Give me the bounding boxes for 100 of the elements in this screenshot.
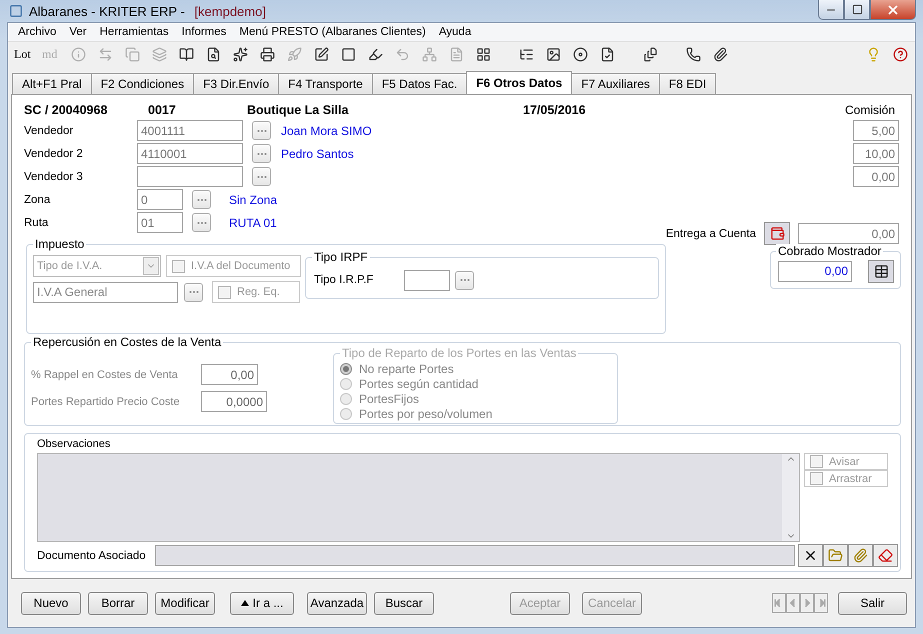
marker-icon[interactable] xyxy=(367,46,384,63)
toolbar-button[interactable]: Lot xyxy=(14,47,32,62)
triangle-up-icon xyxy=(240,600,249,606)
close-icon[interactable] xyxy=(798,544,823,567)
tab[interactable]: Alt+F1 Pral xyxy=(12,73,92,94)
tab[interactable]: F7 Auxiliares xyxy=(571,73,660,94)
tab[interactable]: F5 Datos Fac. xyxy=(372,73,468,94)
field-label: Vendedor 2 xyxy=(24,148,84,160)
action-button[interactable]: Ir a ... xyxy=(230,592,294,614)
browse-button[interactable] xyxy=(192,190,211,209)
ellipsis-icon xyxy=(256,152,266,156)
image-icon[interactable] xyxy=(545,46,562,63)
document-date: 17/05/2016 xyxy=(523,103,587,117)
eraser-icon[interactable] xyxy=(873,544,898,567)
zone-name[interactable]: RUTA 01 xyxy=(229,216,277,230)
sparkle-icon[interactable] xyxy=(232,46,249,63)
app-icon xyxy=(9,4,23,18)
tab[interactable]: F2 Condiciones xyxy=(90,73,194,94)
edit-icon[interactable] xyxy=(313,46,330,63)
disc-icon[interactable] xyxy=(572,46,589,63)
field-label: Tipo I.R.P.F xyxy=(314,274,374,286)
menu-item[interactable]: Herramientas xyxy=(100,26,169,38)
zone-name[interactable]: Sin Zona xyxy=(229,192,278,206)
commission-field[interactable]: 10,00 xyxy=(853,143,899,164)
ellipsis-icon xyxy=(188,290,198,294)
action-button[interactable]: Borrar xyxy=(88,592,148,614)
table-icon[interactable] xyxy=(868,260,894,282)
group-legend: Repercusión en Costes de la Venta xyxy=(31,335,224,349)
action-button[interactable]: Buscar xyxy=(374,592,434,614)
phone-icon[interactable] xyxy=(685,46,702,63)
field-label: Entrega a Cuenta xyxy=(666,228,756,240)
field-label: Vendedor xyxy=(24,124,74,136)
input-field[interactable]: 01 xyxy=(137,212,183,233)
document-search-icon[interactable] xyxy=(205,46,222,63)
square-icon[interactable] xyxy=(340,46,357,63)
browse-button[interactable] xyxy=(252,144,271,163)
ellipsis-icon xyxy=(460,278,470,282)
browse-button[interactable] xyxy=(252,167,271,186)
group-legend: Tipo de Reparto de los Portes en las Ventas xyxy=(340,346,578,360)
input-field[interactable]: 0 xyxy=(137,189,183,210)
browse-button[interactable] xyxy=(455,270,474,290)
input-field[interactable]: 4110001 xyxy=(137,143,243,164)
scrollbar[interactable] xyxy=(782,454,799,541)
tab[interactable]: F6 Otros Datos xyxy=(466,71,572,94)
tab[interactable]: F3 Dir.Envío xyxy=(193,73,280,94)
ellipsis-icon xyxy=(256,128,266,132)
notes-label: Observaciones xyxy=(37,438,110,450)
input-field[interactable]: 0,00 xyxy=(778,260,852,282)
client-code: 0017 xyxy=(148,103,177,117)
grid-icon[interactable] xyxy=(475,46,492,63)
ellipsis-icon xyxy=(256,174,266,178)
field-label: % Rappel en Costes de Venta xyxy=(31,368,179,380)
maximize-button[interactable] xyxy=(844,0,870,20)
input-field[interactable]: 4001111 xyxy=(137,120,243,141)
menu-item[interactable]: Menú PRESTO (Albaranes Clientes) xyxy=(239,26,426,38)
menu-item[interactable]: Ayuda xyxy=(438,26,472,38)
book-icon[interactable] xyxy=(178,46,195,63)
paperclip-icon[interactable] xyxy=(848,544,873,567)
document-number: SC / 20040968 xyxy=(24,103,108,117)
menu-item[interactable]: Archivo xyxy=(18,26,56,38)
ellipsis-icon xyxy=(196,220,206,224)
input-field[interactable]: 0,00 xyxy=(798,223,899,244)
minimize-button[interactable] xyxy=(818,0,844,20)
commission-label: Comisión xyxy=(844,103,895,117)
group-legend: Tipo IRPF xyxy=(312,250,370,264)
commission-field[interactable]: 5,00 xyxy=(853,120,899,141)
input-field[interactable] xyxy=(137,166,243,187)
notes-field[interactable] xyxy=(37,453,800,542)
input-field[interactable] xyxy=(404,270,450,290)
action-button[interactable]: Modificar xyxy=(155,592,215,614)
checked-document-icon[interactable] xyxy=(599,46,616,63)
tab[interactable]: F4 Transporte xyxy=(278,73,373,94)
field-label: Zona xyxy=(24,194,52,206)
browse-button[interactable] xyxy=(252,121,271,140)
browse-button[interactable] xyxy=(184,282,203,302)
action-button[interactable]: Nuevo xyxy=(21,592,81,614)
commission-field[interactable]: 0,00 xyxy=(853,166,899,187)
printer-icon[interactable] xyxy=(259,46,276,63)
maximize-icon xyxy=(852,4,862,15)
action-button[interactable]: Avanzada xyxy=(307,592,367,614)
window-title: Albaranes - KRITER ERP - xyxy=(29,4,186,18)
close-icon xyxy=(886,2,900,16)
documents-icon[interactable] xyxy=(642,46,659,63)
user-name: [kempdemo] xyxy=(194,4,266,18)
ellipsis-icon xyxy=(196,198,206,202)
exit-button[interactable]: Salir xyxy=(838,592,907,614)
seller-name[interactable]: Joan Mora SIMO xyxy=(281,124,372,138)
document-field[interactable] xyxy=(155,545,795,566)
field-label: Documento Asociado xyxy=(37,550,147,562)
group-legend: Cobrado Mostrador xyxy=(776,244,884,258)
browse-button[interactable] xyxy=(192,213,211,232)
menu-item[interactable]: Ver xyxy=(69,26,87,38)
menu-item[interactable]: Informes xyxy=(182,26,226,38)
input-field[interactable]: I.V.A General xyxy=(33,282,178,302)
field-label: Portes Repartido Precio Coste xyxy=(31,396,181,408)
close-button[interactable] xyxy=(870,0,916,20)
seller-name[interactable]: Pedro Santos xyxy=(281,146,354,160)
paperclip-icon[interactable] xyxy=(712,46,729,63)
help-icon[interactable] xyxy=(892,46,909,63)
tab[interactable]: F8 EDI xyxy=(658,73,716,94)
